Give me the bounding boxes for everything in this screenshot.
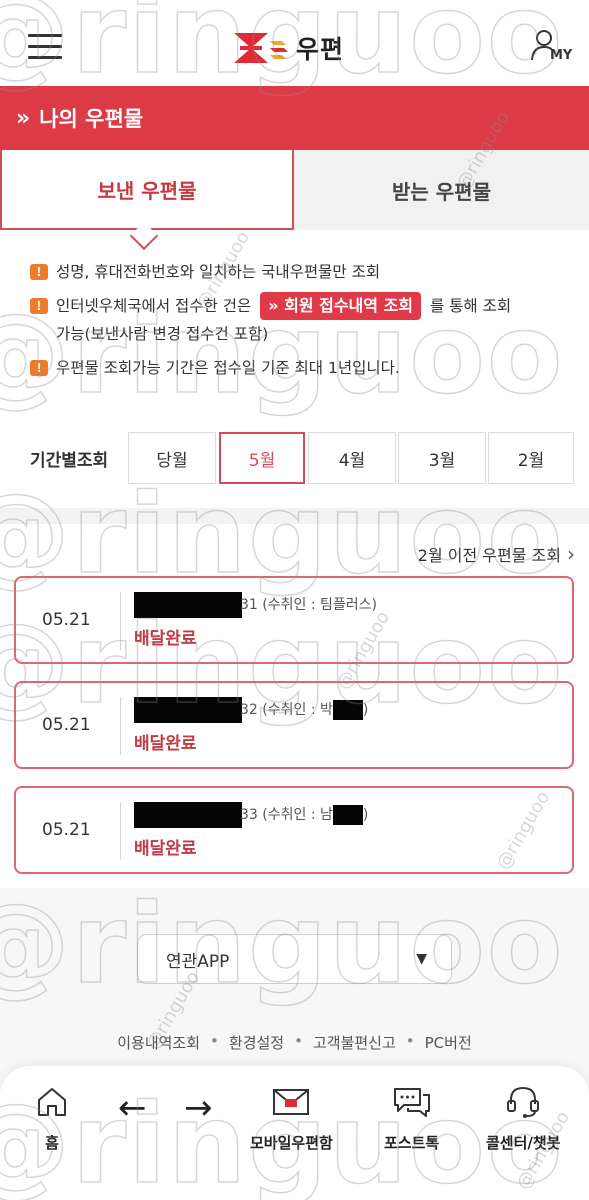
forward-arrow-icon: → [184, 1088, 213, 1128]
nav-posttalk-label: 포스트톡 [384, 1134, 440, 1152]
home-icon [32, 1082, 72, 1122]
card-divider [120, 697, 121, 755]
notice-text-before: 인터넷우체국에서 접수한 건은 [56, 297, 252, 315]
redacted-recipient-name [332, 700, 363, 720]
tracking-suffix: 31 [240, 597, 258, 613]
nav-callcenter-label: 콜센터/챗봇 [486, 1134, 561, 1152]
mail-tracking-recipient: 33 (수취인 : 남) [240, 804, 368, 825]
period-option-february[interactable]: 2월 [488, 432, 574, 484]
page-title: 나의 우편물 [39, 107, 144, 131]
nav-home[interactable]: 홈 [32, 1082, 72, 1153]
period-option-this-month[interactable]: 당월 [128, 432, 216, 484]
mail-tracking-recipient: 32 (수취인 : 박) [240, 699, 368, 720]
nav-back[interactable]: ← [118, 1088, 147, 1128]
redacted-tracking-number [134, 697, 242, 723]
notice-text-after: 를 통해 조회 [429, 297, 512, 315]
period-label: 기간별조회 [30, 451, 109, 471]
redacted-tracking-number [134, 592, 242, 618]
footer-link-complaint[interactable]: 고객불편신고 [313, 1032, 396, 1053]
redacted-recipient-name [332, 805, 363, 825]
dropdown-arrow-icon: ▼ [416, 951, 427, 967]
mail-item-card[interactable]: 05.21 31 (수취인 : 팀플러스) 배달완료 [14, 576, 574, 664]
mail-date: 05.21 [42, 610, 91, 630]
related-app-select-value: 연관APP [166, 951, 230, 972]
mail-item-card[interactable]: 05.21 33 (수취인 : 남) 배달완료 [14, 786, 574, 874]
title-chevron-icon: » [16, 105, 30, 131]
mail-tracking-recipient: 31 (수취인 : 팀플러스) [240, 594, 377, 614]
related-app-select[interactable]: 연관APP ▼ [137, 934, 452, 984]
tab-sent-mail-label: 보낸 우편물 [97, 178, 197, 203]
period-option-may[interactable]: 5월 [219, 432, 305, 484]
period-option-march[interactable]: 3월 [398, 432, 486, 484]
footer-separator: • [405, 1032, 415, 1050]
delivery-status: 배달완료 [134, 734, 197, 754]
redacted-tracking-number [134, 802, 242, 828]
warning-icon: ! [30, 298, 48, 314]
period-filter: 기간별조회 당월 5월 4월 3월 2월 [0, 432, 589, 484]
warning-icon: ! [30, 264, 48, 280]
section-divider [0, 508, 589, 524]
recipient-text: (수취인 : 팀플러스) [262, 597, 377, 613]
nav-home-label: 홈 [45, 1134, 59, 1152]
notice-text: 우편물 조회가능 기간은 접수일 기준 최대 1년입니다. [56, 359, 400, 377]
footer-separator: • [210, 1032, 219, 1050]
delivery-status: 배달완료 [134, 629, 197, 649]
headset-icon [503, 1082, 543, 1122]
nav-mobile-mailbox[interactable]: 모바일우편함 [250, 1082, 333, 1153]
menu-icon[interactable] [28, 34, 62, 60]
footer-links: 이용내역조회 • 환경설정 • 고객불편신고 • PC버전 [0, 1032, 589, 1053]
mail-date: 05.21 [42, 820, 91, 840]
nav-posttalk[interactable]: 포스트톡 [384, 1082, 439, 1153]
recipient-end: ) [362, 702, 369, 718]
notice-text: 성명, 휴대전화번호와 일치하는 국내우편물만 조회 [56, 263, 381, 281]
mail-item-card[interactable]: 05.21 32 (수취인 : 박) 배달완료 [14, 681, 574, 769]
notice-text: 인터넷우체국에서 접수한 건은 » 회원 접수내역 조회 를 통해 조회 가능(… [56, 292, 511, 348]
chat-icon [392, 1082, 432, 1122]
tracking-suffix: 32 [240, 702, 258, 718]
footer-link-pc-version[interactable]: PC버전 [425, 1032, 472, 1053]
footer-link-settings[interactable]: 환경설정 [229, 1032, 284, 1053]
period-option-april[interactable]: 4월 [308, 432, 396, 484]
nav-forward[interactable]: → [184, 1088, 213, 1128]
notice-item: ! 성명, 휴대전화번호와 일치하는 국내우편물만 조회 [30, 258, 575, 286]
nav-mobile-mailbox-label: 모바일우편함 [250, 1134, 333, 1152]
nav-callcenter[interactable]: 콜센터/챗봇 [486, 1082, 560, 1153]
logo[interactable]: 우편 [232, 30, 344, 66]
delivery-status: 배달완료 [134, 839, 197, 859]
tab-received-mail[interactable]: 받는 우편물 [294, 150, 589, 230]
notice-item: ! 인터넷우체국에서 접수한 건은 » 회원 접수내역 조회 를 통해 조회 가… [30, 292, 575, 348]
card-divider [120, 802, 121, 860]
tracking-suffix: 33 [240, 807, 258, 823]
member-receipt-link[interactable]: » 회원 접수내역 조회 [260, 292, 421, 320]
app-header: 우편 MY [0, 0, 589, 86]
tab-received-mail-label: 받는 우편물 [392, 179, 491, 204]
footer-link-usage-history[interactable]: 이용내역조회 [117, 1032, 200, 1053]
bottom-nav: 홈 ← → 모바일우편함 포스트톡 콜센터/챗봇 [0, 1066, 589, 1200]
recipient-end: ) [362, 807, 369, 823]
notice-item: ! 우편물 조회가능 기간은 접수일 기준 최대 1년입니다. [30, 354, 575, 382]
tab-sent-mail[interactable]: 보낸 우편물 [0, 150, 294, 230]
back-arrow-icon: ← [118, 1088, 147, 1128]
older-mail-link[interactable]: 2월 이전 우편물 조회 › [418, 542, 575, 566]
my-label: MY [550, 48, 573, 63]
mail-tabs: 보낸 우편물 받는 우편물 [0, 150, 589, 251]
post-logo-icon [234, 33, 288, 63]
logo-text: 우편 [296, 35, 345, 64]
footer-separator: • [294, 1032, 303, 1050]
warning-icon: ! [30, 360, 48, 376]
chevron-right-icon: › [567, 542, 575, 566]
card-divider [120, 592, 121, 650]
notice-text-cont: 가능(보낸사람 변경 접수건 포함) [56, 325, 269, 343]
my-button[interactable]: MY [530, 28, 578, 68]
notice-list: ! 성명, 휴대전화번호와 일치하는 국내우편물만 조회 ! 인터넷우체국에서 … [30, 258, 575, 388]
recipient-text: (수취인 : 박 [262, 702, 333, 718]
mail-date: 05.21 [42, 715, 91, 735]
recipient-text: (수취인 : 남 [262, 807, 333, 823]
envelope-icon [271, 1082, 311, 1122]
older-mail-link-text: 2월 이전 우편물 조회 [417, 546, 561, 565]
page-title-bar: » 나의 우편물 [0, 86, 589, 150]
